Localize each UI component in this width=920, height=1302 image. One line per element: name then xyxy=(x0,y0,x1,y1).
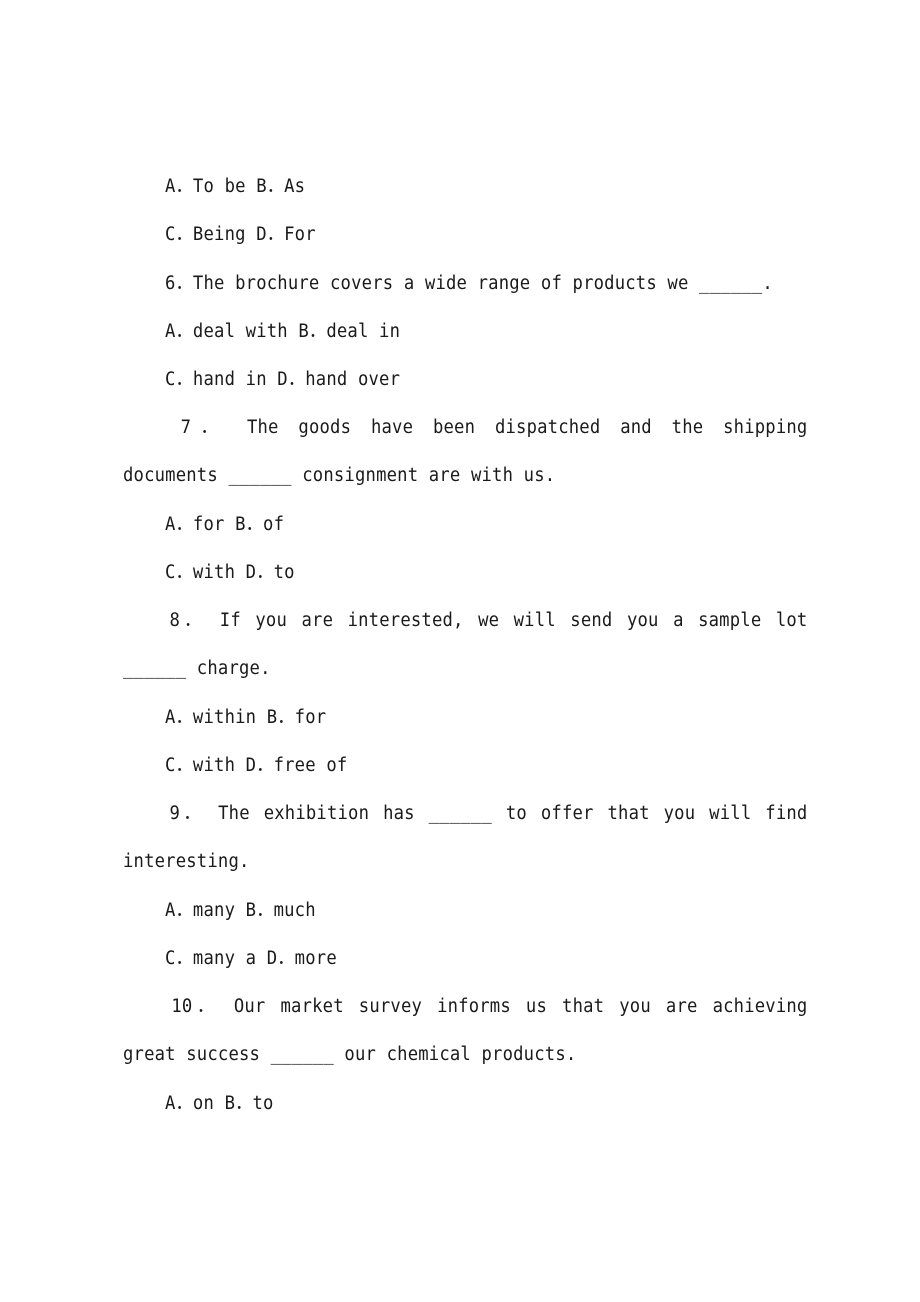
document-page: A．To be B．As C．Being D．For 6．The brochur… xyxy=(0,0,920,1302)
q7-options-a-b: A．for B．of xyxy=(165,514,285,535)
q8-options-c-d: C．with D．free of xyxy=(165,755,348,776)
q10-options-a-b: A．on B．to xyxy=(165,1093,274,1114)
q7-stem-line-2: documents ______ consignment are with us… xyxy=(123,465,556,486)
q5-options-c-d: C．Being D．For xyxy=(165,224,316,245)
q5-options-a-b: A．To be B．As xyxy=(165,176,306,197)
q7-stem-line-1: 7． The goods have been dispatched and th… xyxy=(180,417,808,438)
q8-options-a-b: A．within B．for xyxy=(165,707,327,728)
q6-options-a-b: A．deal with B．deal in xyxy=(165,321,401,342)
q9-stem-line-2: interesting. xyxy=(123,851,250,872)
q6-options-c-d: C．hand in D．hand over xyxy=(165,369,401,390)
q9-options-a-b: A．many B．much xyxy=(165,900,316,921)
q9-options-c-d: C．many a D．more xyxy=(165,948,337,969)
q9-stem-line-1: 9． The exhibition has ______ to offer th… xyxy=(169,803,808,824)
q10-stem-line-2: great success ______ our chemical produc… xyxy=(123,1044,577,1065)
q8-stem-line-2: ______ charge. xyxy=(123,658,271,679)
q6-stem: 6．The brochure covers a wide range of pr… xyxy=(165,273,773,294)
q7-options-c-d: C．with D．to xyxy=(165,562,295,583)
q10-stem-line-1: 10． Our market survey informs us that yo… xyxy=(171,996,808,1017)
q8-stem-line-1: 8． If you are interested, we will send y… xyxy=(169,610,808,631)
